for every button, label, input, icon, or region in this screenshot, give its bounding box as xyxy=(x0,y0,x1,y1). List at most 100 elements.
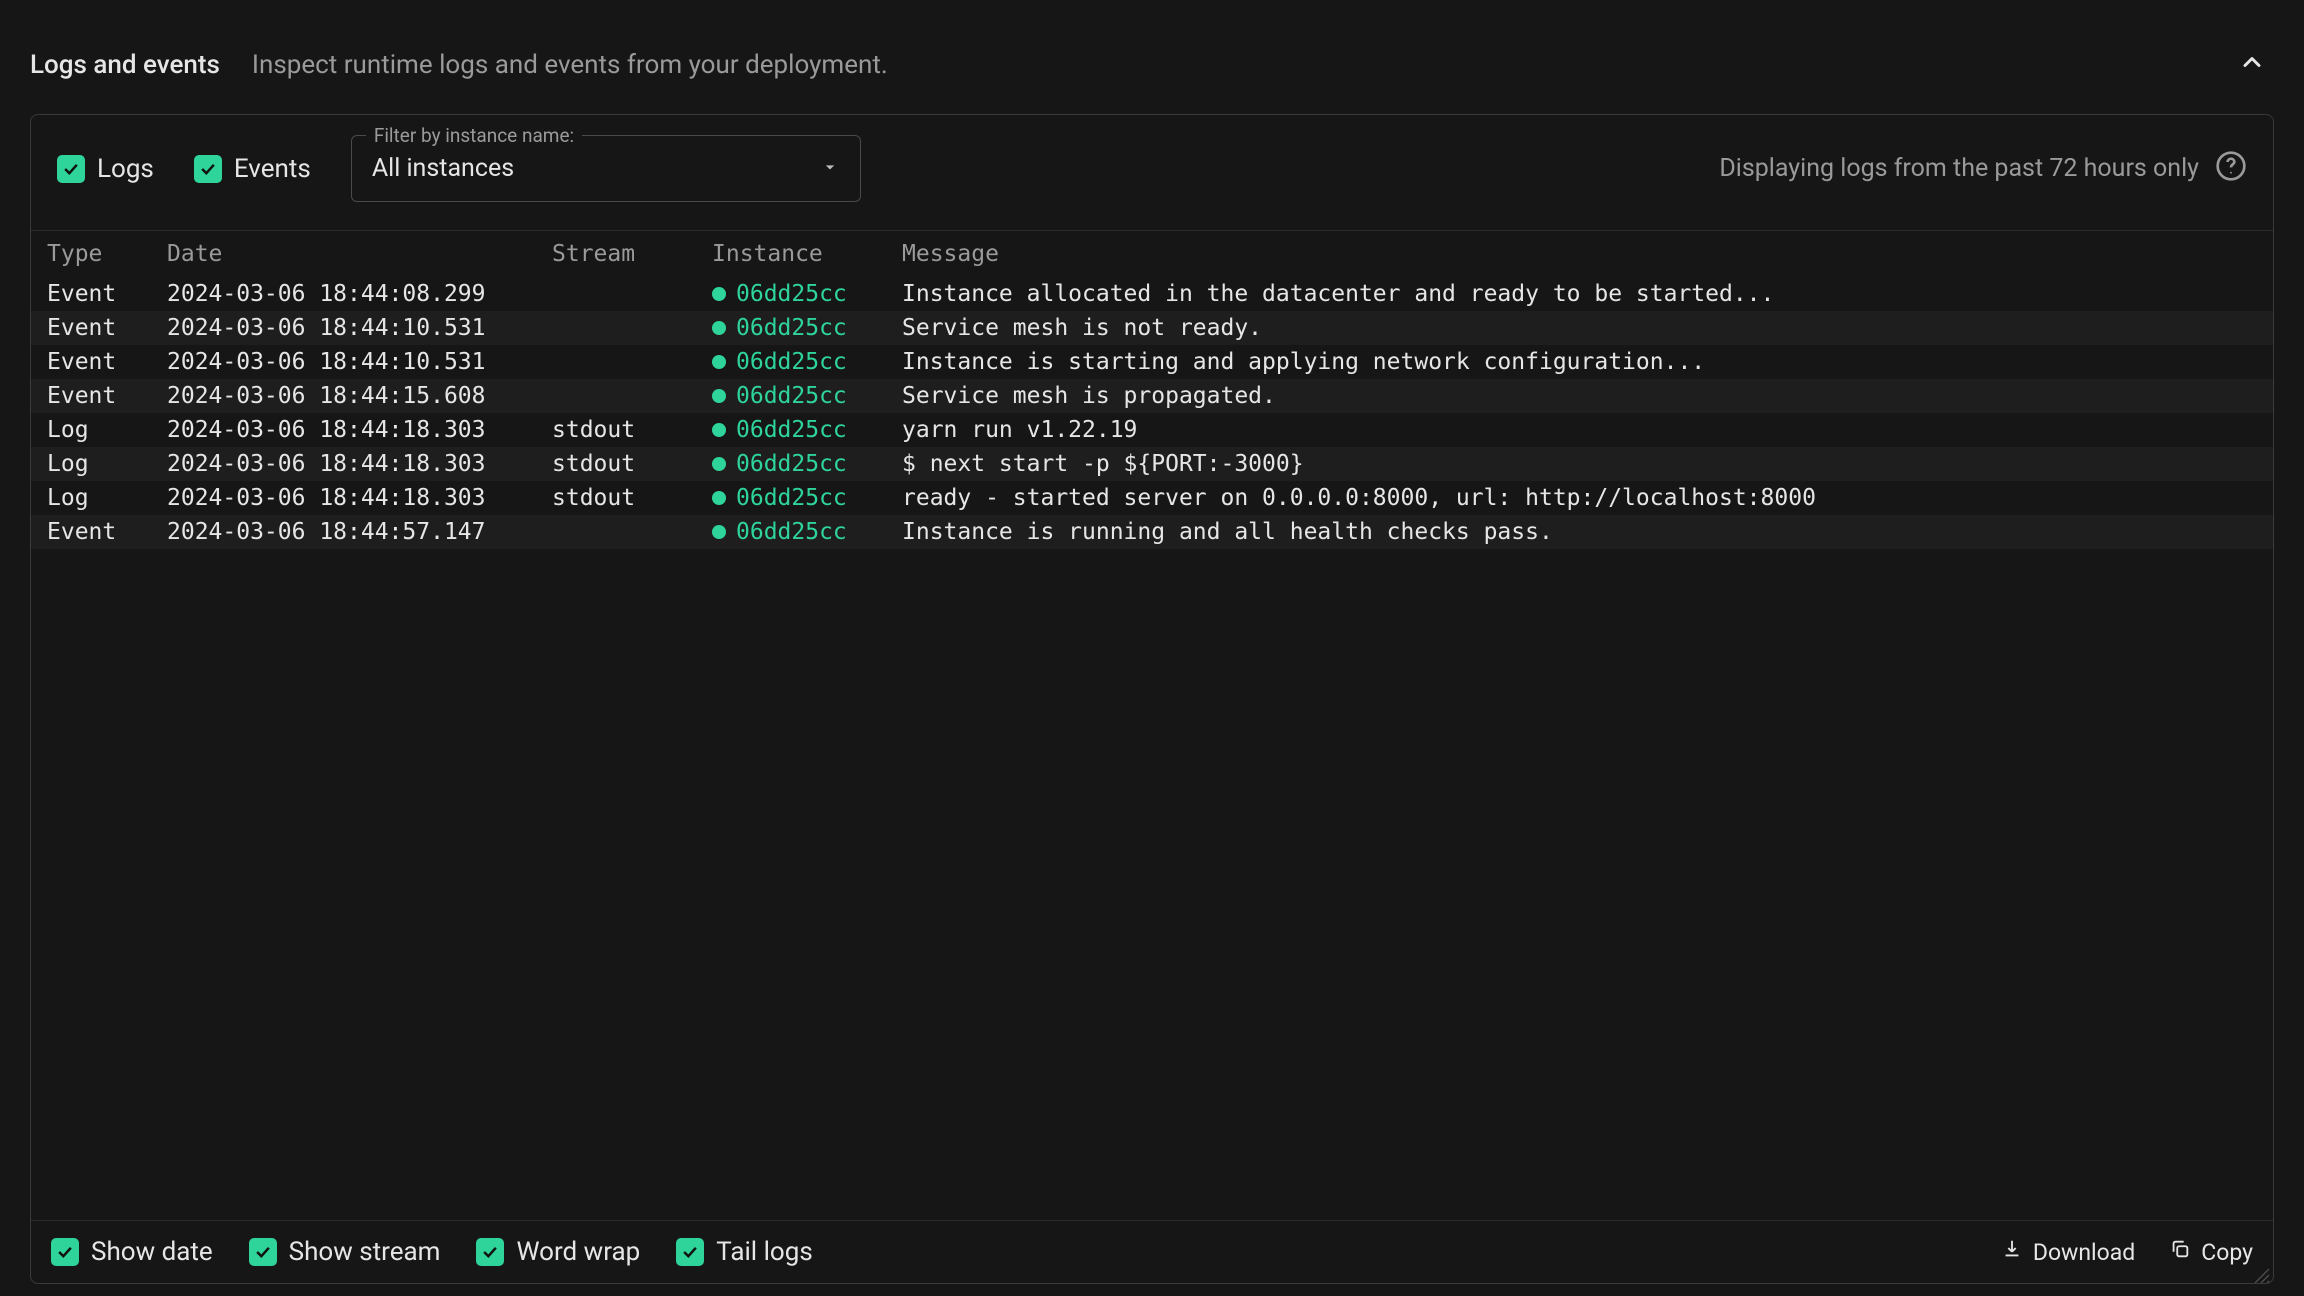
instance-filter-select[interactable]: Filter by instance name: All instances xyxy=(351,135,861,202)
toolbar-right: Displaying logs from the past 72 hours o… xyxy=(1719,150,2247,188)
checkbox-checked-icon xyxy=(249,1238,277,1266)
table-row[interactable]: Event2024-03-06 18:44:10.53106dd25ccServ… xyxy=(31,311,2273,345)
cell-message: Service mesh is propagated. xyxy=(902,383,2257,409)
show-date-label: Show date xyxy=(91,1237,213,1267)
panel-header: Logs and events Inspect runtime logs and… xyxy=(30,40,2274,90)
instance-id: 06dd25cc xyxy=(736,349,847,375)
cell-date: 2024-03-06 18:44:18.303 xyxy=(167,485,552,511)
table-row[interactable]: Event2024-03-06 18:44:15.608 06dd25cc Serv… xyxy=(31,379,2273,413)
cell-stream: stdout xyxy=(552,451,712,477)
cell-instance[interactable]: 06dd25cc xyxy=(712,417,902,443)
cell-type: Event xyxy=(47,383,167,409)
cell-date: 2024-03-06 18:44:18.303 xyxy=(167,451,552,477)
cell-type: Log xyxy=(47,451,167,477)
col-date: Date xyxy=(167,241,552,267)
cell-type: Log xyxy=(47,485,167,511)
toolbar: Logs Events Filter by instance name: All… xyxy=(31,115,2273,230)
instance-id: 06dd25cc xyxy=(736,383,847,409)
logs-panel: Logs Events Filter by instance name: All… xyxy=(30,114,2274,1284)
table-header: Type Date Stream Instance Message xyxy=(31,230,2273,277)
cell-instance[interactable]: 06dd25cc xyxy=(712,315,902,341)
cell-type: Event xyxy=(47,349,167,375)
collapse-toggle[interactable] xyxy=(2230,40,2274,90)
footer: Show date Show stream Word wrap Tail log… xyxy=(31,1220,2273,1283)
cell-instance[interactable]: 06dd25cc xyxy=(712,281,902,307)
status-dot-icon xyxy=(712,525,726,539)
logs-checkbox[interactable]: Logs xyxy=(57,154,154,184)
toolbar-left: Logs Events Filter by instance name: All… xyxy=(57,135,861,202)
events-checkbox-label: Events xyxy=(234,154,311,184)
page-title: Logs and events xyxy=(30,50,220,80)
cell-message: Instance is running and all health check… xyxy=(902,519,2257,545)
header-left: Logs and events Inspect runtime logs and… xyxy=(30,50,888,80)
table-row[interactable]: Event2024-03-06 18:44:57.147 06dd25cc Inst… xyxy=(31,515,2273,549)
cell-message: yarn run v1.22.19 xyxy=(902,417,2257,443)
table-row[interactable]: Log2024-03-06 18:44:18.303stdout 06dd25cc… xyxy=(31,447,2273,481)
show-date-checkbox[interactable]: Show date xyxy=(51,1237,213,1267)
instance-id: 06dd25cc xyxy=(736,451,847,477)
cell-message: $ next start -p ${PORT:-3000} xyxy=(902,451,2257,477)
instance-id: 06dd25cc xyxy=(736,281,847,307)
status-dot-icon xyxy=(712,491,726,505)
table-row[interactable]: Log2024-03-06 18:44:18.303stdout06dd25cc… xyxy=(31,413,2273,447)
col-type: Type xyxy=(47,241,167,267)
show-stream-label: Show stream xyxy=(289,1237,441,1267)
instance-id: 06dd25cc xyxy=(736,519,847,545)
page-subtitle: Inspect runtime logs and events from you… xyxy=(252,50,888,80)
events-checkbox[interactable]: Events xyxy=(194,154,311,184)
cell-instance[interactable]: 06dd25cc xyxy=(712,485,902,511)
tail-logs-label: Tail logs xyxy=(716,1237,812,1267)
copy-label: Copy xyxy=(2201,1239,2253,1266)
checkbox-checked-icon xyxy=(676,1238,704,1266)
table-row[interactable]: Event2024-03-06 18:44:10.53106dd25ccInst… xyxy=(31,345,2273,379)
instance-filter-value: All instances xyxy=(372,154,514,183)
cell-stream: stdout xyxy=(552,417,712,443)
help-icon[interactable] xyxy=(2215,150,2247,188)
instance-id: 06dd25cc xyxy=(736,485,847,511)
word-wrap-label: Word wrap xyxy=(516,1237,640,1267)
download-icon xyxy=(2001,1238,2023,1266)
cell-instance[interactable]: 06dd25cc xyxy=(712,519,902,545)
footer-left: Show date Show stream Word wrap Tail log… xyxy=(51,1237,813,1267)
cell-message: Instance allocated in the datacenter and… xyxy=(902,281,2257,307)
status-dot-icon xyxy=(712,423,726,437)
status-dot-icon xyxy=(712,355,726,369)
retention-info: Displaying logs from the past 72 hours o… xyxy=(1719,154,2199,183)
checkbox-checked-icon xyxy=(476,1238,504,1266)
logs-checkbox-label: Logs xyxy=(97,154,154,184)
checkbox-checked-icon xyxy=(194,155,222,183)
cell-type: Event xyxy=(47,315,167,341)
footer-right: Download Copy xyxy=(2001,1238,2253,1266)
status-dot-icon xyxy=(712,389,726,403)
table-row[interactable]: Event2024-03-06 18:44:08.299 06dd25cc Inst… xyxy=(31,277,2273,311)
cell-type: Log xyxy=(47,417,167,443)
cell-instance[interactable]: 06dd25cc xyxy=(712,383,902,409)
resize-handle[interactable] xyxy=(2252,1262,2270,1280)
status-dot-icon xyxy=(712,287,726,301)
col-message: Message xyxy=(902,241,2257,267)
download-button[interactable]: Download xyxy=(2001,1238,2135,1266)
cell-type: Event xyxy=(47,281,167,307)
word-wrap-checkbox[interactable]: Word wrap xyxy=(476,1237,640,1267)
cell-date: 2024-03-06 18:44:18.303 xyxy=(167,417,552,443)
cell-date: 2024-03-06 18:44:10.531 xyxy=(167,315,552,341)
log-rows[interactable]: Event2024-03-06 18:44:08.29906dd25ccInst… xyxy=(31,277,2273,1220)
copy-icon xyxy=(2169,1238,2191,1266)
cell-type: Event xyxy=(47,519,167,545)
cell-date: 2024-03-06 18:44:57.147 xyxy=(167,519,552,545)
copy-button[interactable]: Copy xyxy=(2169,1238,2253,1266)
cell-instance[interactable]: 06dd25cc xyxy=(712,451,902,477)
instance-filter-label: Filter by instance name: xyxy=(366,124,582,147)
status-dot-icon xyxy=(712,321,726,335)
cell-instance[interactable]: 06dd25cc xyxy=(712,349,902,375)
dropdown-caret-icon xyxy=(820,155,840,183)
col-instance: Instance xyxy=(712,241,902,267)
cell-message: ready - started server on 0.0.0.0:8000, … xyxy=(902,485,2257,511)
cell-message: Instance is starting and applying networ… xyxy=(902,349,2257,375)
tail-logs-checkbox[interactable]: Tail logs xyxy=(676,1237,812,1267)
instance-id: 06dd25cc xyxy=(736,315,847,341)
show-stream-checkbox[interactable]: Show stream xyxy=(249,1237,441,1267)
table-row[interactable]: Log2024-03-06 18:44:18.303stdout06dd25cc… xyxy=(31,481,2273,515)
cell-date: 2024-03-06 18:44:08.299 xyxy=(167,281,552,307)
cell-date: 2024-03-06 18:44:15.608 xyxy=(167,383,552,409)
